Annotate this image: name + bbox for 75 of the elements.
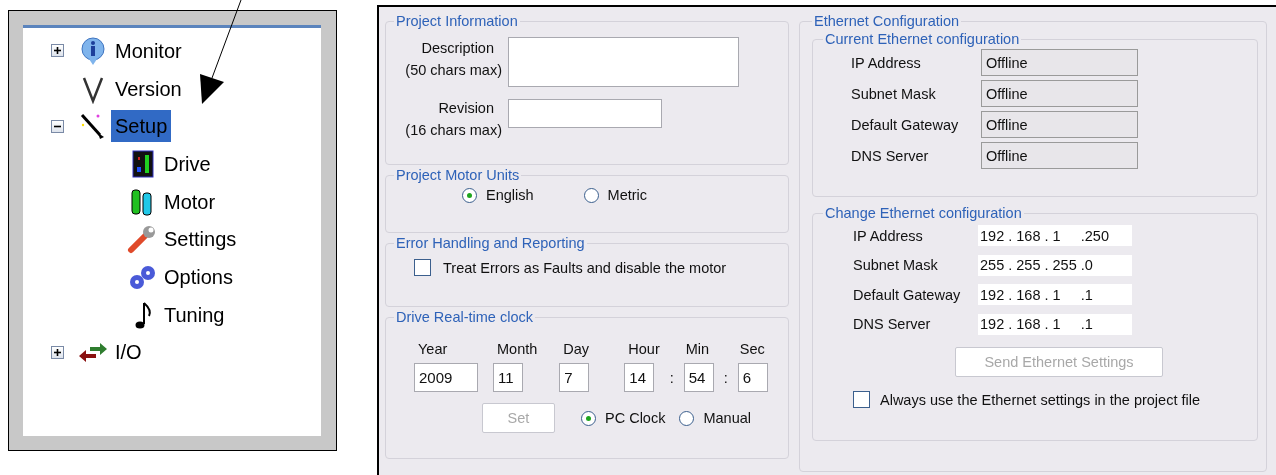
field-label: IP Address (852, 227, 924, 244)
text-field[interactable] (508, 37, 739, 87)
radio-button[interactable] (581, 410, 596, 426)
radio-option[interactable]: Metric (583, 187, 648, 203)
ip-field[interactable]: 192 . 168 . 1 .1 (978, 313, 1132, 335)
field-label: Sec (738, 341, 765, 357)
radio-button[interactable] (462, 187, 477, 203)
readonly-field: Offline (981, 49, 1138, 76)
plus-icon (52, 45, 63, 57)
checkbox-label: Always use the Ethernet settings in the project file (880, 391, 1200, 408)
number-field[interactable]: 2009 (414, 363, 478, 392)
field-label: Default Gateway (850, 116, 960, 133)
group-title: Current Ethernet configuration (824, 31, 1021, 47)
number-field[interactable]: 6 (737, 363, 768, 392)
radio-label: Manual (703, 410, 751, 426)
field-label: Day (562, 341, 590, 357)
group-title: Project Information (395, 13, 519, 29)
group-title: Change Ethernet configuration (824, 205, 1023, 221)
number-field[interactable]: 11 (493, 363, 523, 392)
field-label: DNS Server (850, 147, 930, 164)
radio-label: Metric (607, 187, 648, 203)
ip-field[interactable]: 192 . 168 . 1 .1 (978, 284, 1132, 306)
radio-button[interactable] (583, 187, 599, 203)
tree-item[interactable]: Drive (160, 147, 215, 180)
number-field[interactable]: 7 (559, 363, 590, 392)
field-label: Hour (627, 341, 660, 357)
tree-item[interactable]: Tuning (160, 298, 229, 331)
tree-item[interactable]: Version (111, 72, 186, 105)
tree-item[interactable]: Monitor (111, 34, 186, 67)
time-separator: : (668, 370, 675, 388)
tree-item[interactable]: I/O (111, 336, 146, 369)
field-label: Subnet Mask (852, 257, 939, 274)
info-icon (78, 35, 108, 66)
tree-item[interactable]: Motor (160, 185, 220, 218)
readonly-field: Offline (981, 142, 1138, 169)
plus-icon (52, 346, 63, 358)
wrench-icon (127, 224, 157, 255)
tree-item[interactable]: Settings (160, 223, 241, 256)
radio-button[interactable] (679, 410, 695, 426)
time-separator: : (722, 370, 729, 388)
field-label: Description (421, 39, 495, 58)
expand-toggle[interactable] (51, 345, 64, 359)
tree-item[interactable]: Setup (111, 110, 172, 143)
checkbox[interactable] (853, 391, 870, 408)
number-field[interactable]: 14 (624, 363, 655, 392)
number-field[interactable]: 54 (683, 363, 714, 392)
readonly-field: Offline (981, 80, 1138, 107)
tree-item[interactable]: Options (160, 260, 237, 293)
field-label: Year (417, 341, 448, 357)
field-label: Subnet Mask (850, 85, 937, 102)
group-title: Project Motor Units (395, 167, 521, 183)
group-title: Ethernet Configuration (813, 13, 961, 29)
expand-toggle[interactable] (51, 44, 64, 58)
radio-option[interactable]: English (462, 187, 534, 203)
group-title: Error Handling and Reporting (395, 235, 586, 251)
ip-field[interactable]: 192 . 168 . 1 .250 (978, 225, 1132, 247)
field-label: IP Address (850, 54, 922, 71)
field-label: DNS Server (852, 316, 932, 333)
text-field[interactable] (508, 99, 662, 128)
checkbox[interactable] (414, 259, 431, 276)
field-hint: (16 chars max) (405, 121, 502, 140)
field-label: Default Gateway (852, 286, 962, 303)
field-hint: (50 chars max) (405, 61, 502, 80)
checkbox-label: Treat Errors as Faults and disable the motor (443, 259, 727, 276)
expand-toggle[interactable] (51, 119, 64, 133)
field-label: Revision (438, 99, 495, 118)
readonly-field: Offline (981, 111, 1138, 138)
radio-label: English (486, 187, 534, 203)
field-label: Month (496, 341, 538, 357)
group-title: Drive Real-time clock (395, 309, 534, 325)
radio-option[interactable]: PC Clock (581, 410, 666, 426)
radio-label: PC Clock (605, 410, 666, 426)
radio-option[interactable]: Manual (679, 410, 751, 426)
field-label: Min (684, 341, 710, 357)
ip-field[interactable]: 255 . 255 . 255 .0 (978, 254, 1132, 276)
